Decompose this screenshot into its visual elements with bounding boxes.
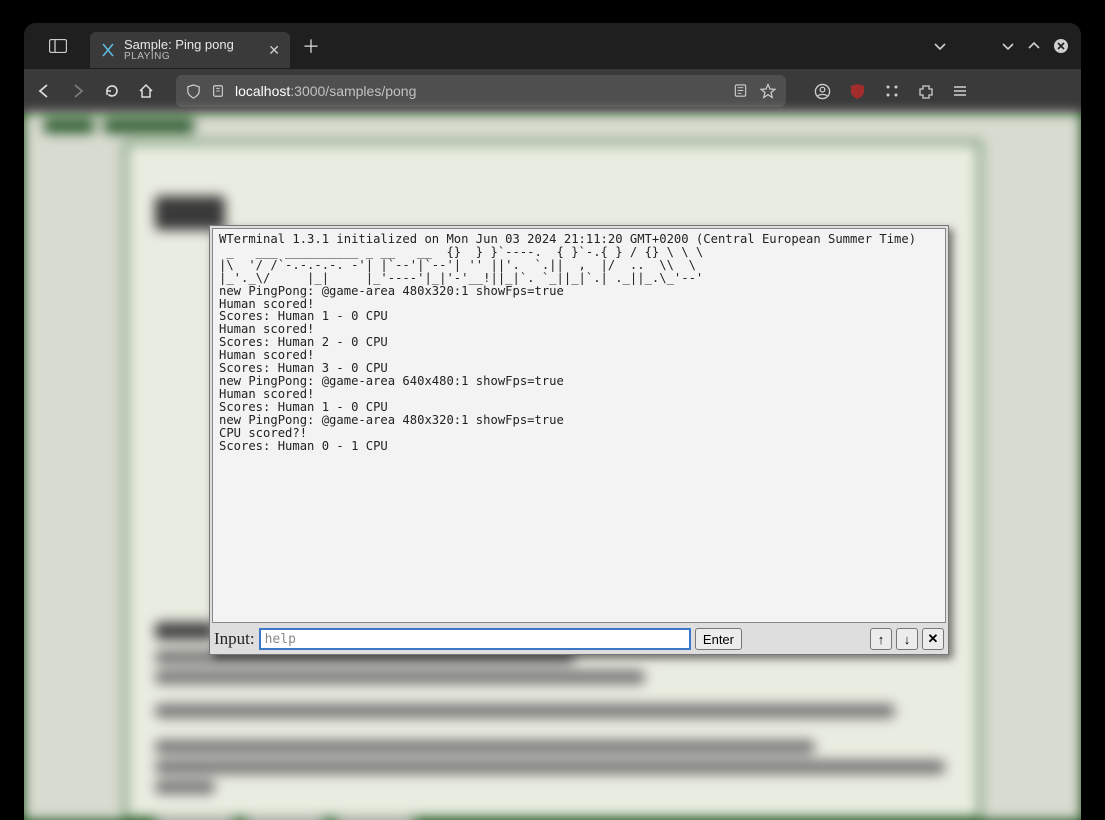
extensions-button[interactable] [918, 83, 934, 99]
list-all-tabs-button[interactable] [933, 39, 947, 53]
lock-icon[interactable] [211, 84, 225, 99]
page-content: WTerminal 1.3.1 initialized on Mon Jun 0… [24, 113, 1081, 820]
tab-subtitle: PLAYING [124, 52, 234, 63]
wterminal-window: WTerminal 1.3.1 initialized on Mon Jun 0… [209, 225, 949, 655]
reader-mode-icon[interactable] [733, 83, 748, 99]
window-maximize-button[interactable] [1027, 39, 1041, 53]
terminal-history-down-button[interactable]: ↓ [896, 628, 918, 650]
terminal-history-up-button[interactable]: ↑ [870, 628, 892, 650]
terminal-input[interactable] [259, 628, 691, 650]
back-button[interactable] [34, 81, 54, 101]
app-menu-button[interactable] [952, 83, 968, 99]
account-icon[interactable] [814, 83, 831, 100]
sidebar-toggle-button[interactable] [46, 34, 70, 58]
tab-favicon [100, 42, 116, 58]
extension-icon[interactable] [884, 83, 900, 99]
tab-bar: Sample: Ping pong PLAYING ✕ ＋ [24, 23, 1081, 69]
forward-button[interactable] [68, 81, 88, 101]
navigation-bar: localhost:3000/samples/pong [24, 69, 1081, 113]
terminal-output: WTerminal 1.3.1 initialized on Mon Jun 0… [212, 228, 946, 623]
terminal-close-button[interactable]: ✕ [922, 628, 944, 650]
terminal-input-label: Input: [214, 629, 255, 649]
ublock-icon[interactable] [849, 83, 866, 100]
window-close-button[interactable] [1053, 38, 1069, 54]
reload-button[interactable] [102, 81, 122, 101]
window-minimize-button[interactable] [1001, 39, 1015, 53]
tab-close-button[interactable]: ✕ [268, 42, 280, 59]
new-tab-button[interactable]: ＋ [296, 31, 326, 61]
home-button[interactable] [136, 81, 156, 101]
tab-title: Sample: Ping pong [124, 38, 234, 52]
terminal-enter-button[interactable]: Enter [695, 628, 742, 650]
shield-icon[interactable] [186, 84, 201, 99]
bookmark-star-icon[interactable] [760, 83, 776, 99]
url-bar[interactable]: localhost:3000/samples/pong [176, 75, 786, 107]
url-text: localhost:3000/samples/pong [235, 83, 723, 99]
browser-tab[interactable]: Sample: Ping pong PLAYING ✕ [90, 32, 290, 68]
